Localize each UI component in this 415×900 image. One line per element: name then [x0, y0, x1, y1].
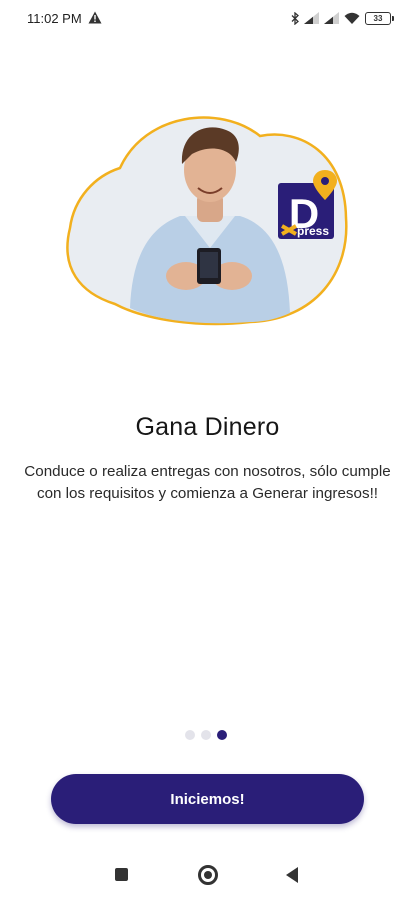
start-button[interactable]: Iniciemos!: [51, 774, 364, 824]
recent-apps-icon[interactable]: [115, 868, 128, 881]
wifi-icon: [344, 12, 360, 24]
navigation-bar: [0, 851, 415, 900]
status-bar: 11:02 PM 33: [0, 0, 415, 36]
status-icons: 33: [291, 10, 394, 26]
signal-icon-2: [324, 12, 339, 24]
hero-image: D press: [66, 116, 348, 326]
signal-icon: [304, 12, 319, 24]
page-dot-2[interactable]: [201, 730, 211, 740]
back-icon[interactable]: [286, 867, 298, 883]
status-time: 11:02 PM: [27, 11, 82, 26]
svg-text:press: press: [297, 224, 329, 238]
onboarding-description: Conduce o realiza entregas con nosotros,…: [24, 463, 391, 502]
onboarding-title: Gana Dinero: [135, 413, 280, 441]
bluetooth-icon: [291, 11, 299, 25]
page-dot-1[interactable]: [185, 730, 195, 740]
page-dot-3-active[interactable]: [217, 730, 227, 740]
page-indicator: [185, 730, 227, 740]
battery-icon: 33: [365, 11, 394, 25]
hero-illustration: D press: [60, 108, 360, 338]
home-icon[interactable]: [198, 865, 218, 885]
warning-icon: [88, 11, 102, 24]
